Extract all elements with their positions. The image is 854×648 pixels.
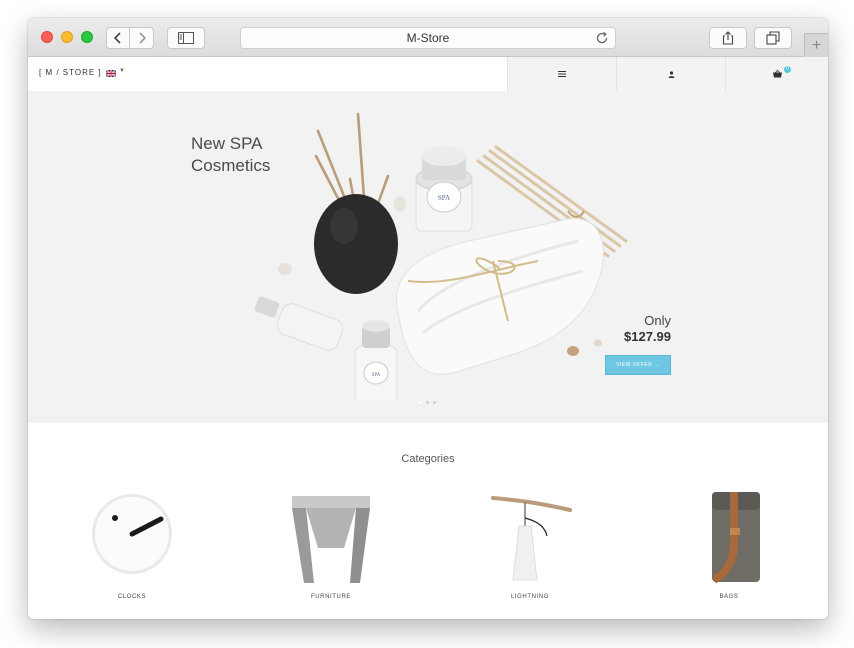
share-button[interactable] bbox=[709, 27, 747, 49]
chevron-left-icon bbox=[113, 32, 121, 44]
slider-dot-3[interactable] bbox=[433, 401, 436, 404]
chevron-right-icon bbox=[138, 32, 146, 44]
view-offer-button[interactable]: VIEW OFFER → bbox=[605, 355, 671, 375]
menu-button[interactable] bbox=[507, 57, 616, 91]
svg-text:SPA: SPA bbox=[372, 373, 381, 378]
clock-image bbox=[92, 494, 172, 574]
stool-image bbox=[292, 496, 370, 583]
categories-section: Categories CLOCKS FURNITURE LIGHTNING BA… bbox=[28, 423, 828, 619]
share-icon bbox=[722, 31, 734, 45]
lamp-image bbox=[491, 496, 572, 581]
address-bar[interactable]: M-Store bbox=[240, 27, 616, 49]
bag-image bbox=[711, 492, 760, 584]
user-icon bbox=[668, 70, 674, 78]
sidebar-toggle-button[interactable] bbox=[167, 27, 205, 49]
category-label: BAGS bbox=[719, 594, 739, 600]
categories-heading: Categories bbox=[401, 453, 455, 465]
category-lightning[interactable]: LIGHTNING bbox=[470, 488, 590, 608]
slider-dots bbox=[419, 401, 436, 404]
language-caret-icon[interactable]: ▼ bbox=[119, 68, 125, 74]
plus-icon: + bbox=[811, 36, 822, 54]
category-label: FURNITURE bbox=[310, 594, 352, 600]
close-window-button[interactable] bbox=[41, 31, 53, 43]
show-tabs-button[interactable] bbox=[754, 27, 792, 49]
category-label: CLOCKS bbox=[117, 594, 147, 600]
spa-products-image: SPA SPA bbox=[254, 112, 628, 401]
slider-dot-2[interactable] bbox=[426, 401, 429, 404]
svg-text:SPA: SPA bbox=[438, 194, 450, 202]
hamburger-icon bbox=[558, 71, 566, 77]
new-tab-button[interactable]: + bbox=[804, 33, 828, 57]
minimize-window-button[interactable] bbox=[61, 31, 73, 43]
hero-slider: New SPA Cosmetics SPA SPA Only $127.99 V… bbox=[28, 91, 828, 423]
zoom-window-button[interactable] bbox=[81, 31, 93, 43]
cart-button[interactable]: 0 bbox=[725, 57, 828, 91]
forward-button[interactable] bbox=[130, 27, 154, 49]
category-clocks[interactable]: CLOCKS bbox=[72, 488, 192, 608]
reload-icon[interactable] bbox=[594, 30, 610, 46]
basket-icon bbox=[772, 70, 782, 78]
category-bags[interactable]: BAGS bbox=[669, 488, 789, 608]
hero-price-label: Only bbox=[644, 313, 671, 328]
sidebar-icon bbox=[178, 32, 194, 44]
store-logo[interactable]: [ M / STORE ] bbox=[39, 68, 102, 77]
category-furniture[interactable]: FURNITURE bbox=[271, 488, 391, 608]
account-button[interactable] bbox=[616, 57, 725, 91]
address-bar-title: M-Store bbox=[406, 31, 450, 45]
category-label: LIGHTNING bbox=[510, 594, 550, 600]
slider-dot-1[interactable] bbox=[419, 401, 422, 404]
browser-window: M-Store + [ M / STORE ] ▼ 0 New SPA Cosm… bbox=[28, 18, 828, 619]
tabs-icon bbox=[766, 31, 780, 45]
cart-count-badge: 0 bbox=[784, 66, 791, 73]
site-header: [ M / STORE ] ▼ 0 bbox=[28, 57, 828, 91]
back-button[interactable] bbox=[106, 27, 130, 49]
uk-flag-icon[interactable] bbox=[106, 70, 116, 77]
browser-titlebar: M-Store + bbox=[28, 18, 828, 57]
hero-price: $127.99 bbox=[624, 329, 671, 344]
